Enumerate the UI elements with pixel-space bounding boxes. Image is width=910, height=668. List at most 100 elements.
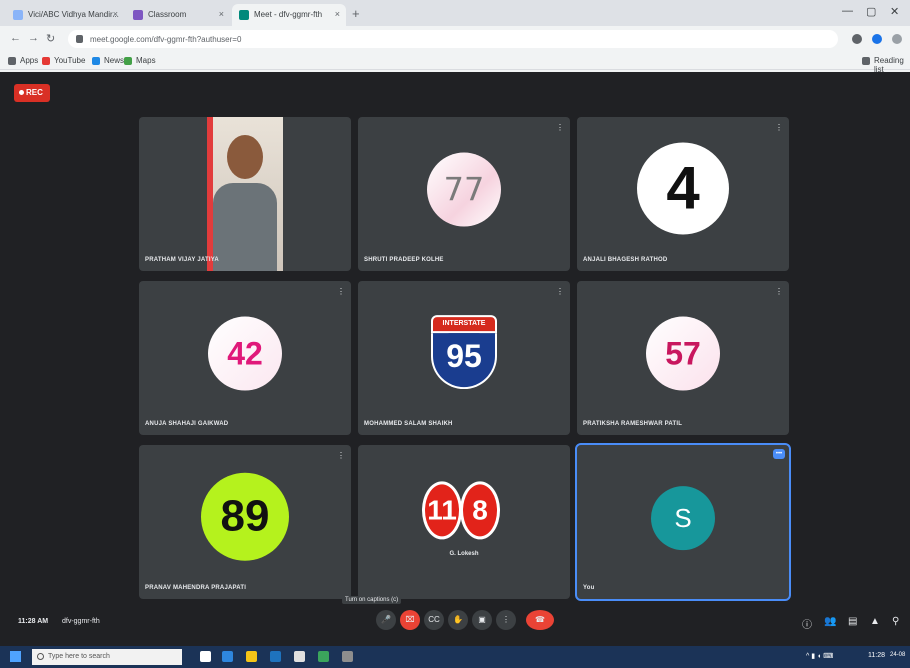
meeting-code: dfv-ggmr-fth (62, 618, 100, 625)
close-tab-icon[interactable]: × (113, 9, 118, 19)
participant-video (207, 117, 283, 271)
file-explorer-icon[interactable] (246, 651, 257, 662)
bookmark-apps[interactable]: Apps (8, 56, 38, 65)
browser-tab-3[interactable]: Meet - dfv-ggmr-fth × (232, 4, 346, 26)
host-controls-icon[interactable]: ⚲ (892, 616, 899, 627)
new-tab-icon[interactable]: + (352, 6, 360, 21)
person-body (213, 183, 277, 271)
browser-tab-2[interactable]: Classroom × (126, 4, 230, 26)
address-input[interactable]: meet.google.com/dfv-ggmr-fth?authuser=0 (68, 30, 838, 48)
system-tray-icons[interactable]: ^ ▮ ◖ ⌨ (806, 652, 833, 660)
tray-time: 11:28 (868, 652, 885, 659)
back-icon[interactable]: ← (10, 32, 21, 44)
raise-hand-button[interactable]: ✋ (448, 610, 468, 630)
bookmark-news[interactable]: News (92, 56, 124, 65)
shield-header: INTERSTATE (431, 315, 497, 334)
activities-icon[interactable]: ▲ (870, 616, 880, 627)
meeting-controls-bar: 11:28 AM dfv-ggmr-fth Turn on captions (… (0, 596, 910, 642)
muted-mic-icon: ⋮ (556, 123, 564, 132)
background-stripe (207, 117, 213, 271)
store-icon[interactable] (270, 651, 281, 662)
search-placeholder: Type here to search (48, 653, 110, 660)
participant-tile[interactable]: ⋮ 42 ANUJA SHAHAJI GAIKWAD (139, 281, 351, 435)
lock-icon (76, 35, 83, 43)
star-icon[interactable] (852, 34, 862, 44)
muted-mic-icon: ⋮ (337, 287, 345, 296)
forward-icon[interactable]: → (28, 32, 39, 44)
people-icon[interactable]: 👥 (824, 616, 836, 627)
person-head (227, 135, 263, 179)
menu-icon[interactable] (892, 34, 902, 44)
tab-favicon-icon (133, 10, 143, 20)
participant-tile[interactable]: PRATHAM VIJAY JATIYA (139, 117, 351, 271)
windows-start-icon[interactable] (10, 651, 21, 662)
info-icon[interactable]: ⓘ (802, 616, 812, 631)
participant-tile[interactable]: ⋮ 89 PRANAV MAHENDRA PRAJAPATI (139, 445, 351, 599)
participant-tile[interactable]: ⋮ 77 SHRUTI PRADEEP KOLHE (358, 117, 570, 271)
close-tab-icon[interactable]: × (219, 9, 224, 19)
tray-date: 24-08 (890, 652, 906, 658)
participant-name: MOHAMMED SALAM SHAIKH (364, 421, 453, 427)
reading-list[interactable]: Reading list (862, 56, 910, 74)
present-button[interactable]: ▣ (472, 610, 492, 630)
participant-tile[interactable]: 11 8 G. Lokesh (358, 445, 570, 599)
participant-name: PRATHAM VIJAY JATIYA (145, 257, 219, 263)
meeting-clock: 11:28 AM (18, 618, 49, 625)
profile-number-badge: 4 (637, 142, 729, 235)
bookmark-label: News (104, 56, 125, 65)
avatar: S (651, 486, 715, 551)
close-tab-icon[interactable]: × (335, 9, 340, 19)
news-icon (92, 57, 100, 65)
muted-mic-icon: ⋮ (775, 123, 783, 132)
minimize-icon[interactable]: — (842, 5, 853, 17)
muted-mic-icon: ⋮ (337, 451, 345, 460)
badge-digit-circle: 11 (422, 481, 462, 540)
maximize-icon[interactable]: ▢ (866, 5, 876, 18)
participant-tile[interactable]: ⋮ 57 PRATIKSHA RAMESHWAR PATIL (577, 281, 789, 435)
participant-name: PRANAV MAHENDRA PRAJAPATI (145, 585, 247, 591)
taskbar-search-input[interactable]: Type here to search (32, 649, 182, 665)
leave-call-button[interactable]: ☎ (526, 610, 554, 630)
chrome-icon[interactable] (318, 651, 329, 662)
close-window-icon[interactable]: ✕ (890, 5, 899, 18)
more-options-button[interactable]: ⋮ (496, 610, 516, 630)
bookmark-label: Apps (20, 56, 39, 65)
recording-badge: REC (14, 84, 50, 102)
recording-label: REC (26, 88, 43, 97)
chat-icon[interactable]: ▤ (848, 616, 857, 627)
reload-icon[interactable]: ↻ (46, 32, 55, 45)
bookmark-label: Maps (136, 56, 156, 65)
browser-tab-1[interactable]: Vici/ABC Vidhya Mandir... × (6, 4, 124, 26)
address-bar-row: ← → ↻ meet.google.com/dfv-ggmr-fth?authu… (0, 26, 910, 52)
participant-tile[interactable]: ⋮ INTERSTATE 95 MOHAMMED SALAM SHAIKH (358, 281, 570, 435)
edge-icon[interactable] (222, 651, 233, 662)
self-tile[interactable]: ••• S You (575, 443, 791, 601)
shield-number: 95 (431, 333, 497, 390)
profile-avatar[interactable] (872, 34, 882, 44)
profile-number-badge: 57 (646, 316, 720, 391)
apps-icon (8, 57, 16, 65)
mic-button[interactable]: 🎤 (376, 610, 396, 630)
participant-tile[interactable]: ⋮ 4 ANJALI BHAGESH RATHOD (577, 117, 789, 271)
captions-button[interactable]: CC (424, 610, 444, 630)
participant-name: ANUJA SHAHAJI GAIKWAD (145, 421, 229, 427)
browser-chrome: Vici/ABC Vidhya Mandir... × Classroom × … (0, 0, 910, 74)
maps-icon (124, 57, 132, 65)
mail-icon[interactable] (294, 651, 305, 662)
participant-name: SHRUTI PRADEEP KOLHE (364, 257, 444, 263)
participant-subtitle: G. Lokesh (449, 551, 479, 557)
muted-mic-icon: ⋮ (775, 287, 783, 296)
bookmark-youtube[interactable]: YouTube (42, 56, 85, 65)
task-view-icon[interactable] (200, 651, 211, 662)
tab-strip: Vici/ABC Vidhya Mandir... × Classroom × … (0, 0, 910, 26)
profile-number-badge: 42 (208, 316, 282, 391)
camera-button[interactable]: ⌧ (400, 610, 420, 630)
badge-digit-circle: 8 (460, 481, 500, 540)
interstate-shield-icon: INTERSTATE 95 (431, 315, 497, 390)
youtube-icon (42, 57, 50, 65)
bookmark-maps[interactable]: Maps (124, 56, 156, 65)
app-icon[interactable] (342, 651, 353, 662)
bookmark-label: YouTube (54, 56, 86, 65)
url-text: meet.google.com/dfv-ggmr-fth?authuser=0 (90, 35, 242, 44)
tab-label: Classroom (148, 10, 187, 19)
